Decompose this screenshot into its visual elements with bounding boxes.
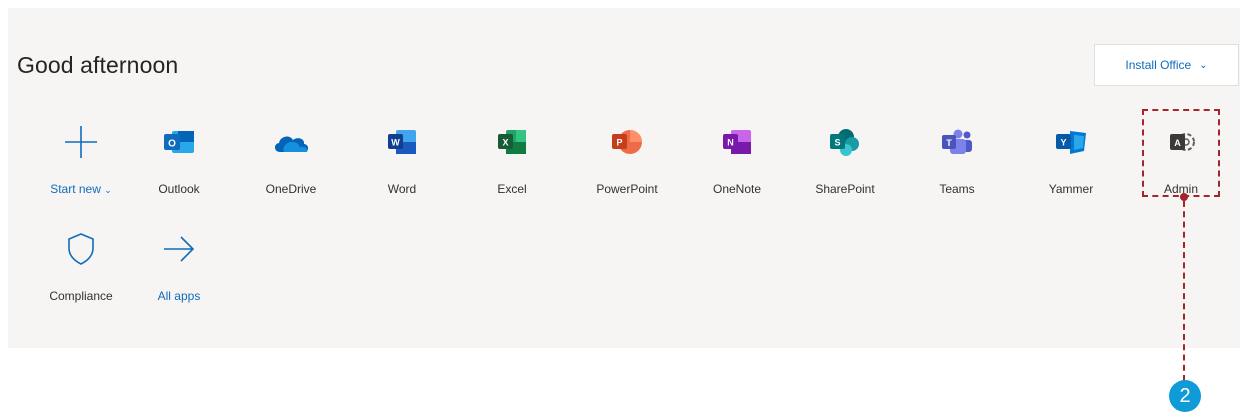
chevron-down-icon: ⌄: [104, 185, 112, 195]
app-powerpoint[interactable]: P PowerPoint: [582, 120, 672, 208]
app-onedrive[interactable]: OneDrive: [246, 120, 336, 208]
step-callout-badge: 2: [1169, 380, 1201, 412]
app-label-outlook: Outlook: [158, 182, 200, 196]
onenote-icon: N: [692, 120, 782, 164]
start-new-button[interactable]: Start new ⌄: [36, 120, 126, 208]
onedrive-icon: [246, 120, 336, 164]
install-office-button[interactable]: Install Office ⌄: [1094, 44, 1239, 86]
arrow-right-icon: [134, 227, 224, 271]
svg-text:P: P: [616, 138, 622, 148]
app-label-word: Word: [387, 182, 417, 196]
chevron-down-icon: ⌄: [1199, 59, 1208, 71]
excel-icon: X: [467, 120, 557, 164]
app-label-excel: Excel: [497, 182, 527, 196]
app-label-sharepoint: SharePoint: [815, 182, 875, 196]
app-label-powerpoint: PowerPoint: [596, 182, 658, 196]
shield-icon: [36, 227, 126, 271]
app-word[interactable]: W Word: [357, 120, 447, 208]
app-sharepoint[interactable]: S SharePoint: [800, 120, 890, 208]
app-label-compliance: Compliance: [49, 289, 113, 303]
svg-text:X: X: [502, 138, 508, 148]
plus-icon: [36, 120, 126, 164]
leader-line: [1183, 201, 1185, 381]
svg-text:O: O: [168, 139, 176, 150]
app-yammer[interactable]: Y Yammer: [1026, 120, 1116, 208]
svg-text:T: T: [946, 138, 952, 148]
app-excel[interactable]: X Excel: [467, 120, 557, 208]
yammer-icon: Y: [1026, 120, 1116, 164]
svg-text:Y: Y: [1060, 138, 1066, 148]
leader-dot: [1180, 193, 1188, 201]
sharepoint-icon: S: [800, 120, 890, 164]
greeting-heading: Good afternoon: [17, 52, 179, 78]
app-label-yammer: Yammer: [1048, 182, 1094, 196]
outlook-icon: O: [134, 120, 224, 164]
word-icon: W: [357, 120, 447, 164]
app-compliance[interactable]: Compliance: [36, 227, 126, 315]
svg-text:N: N: [727, 138, 734, 148]
app-label-teams: Teams: [939, 182, 975, 196]
app-onenote[interactable]: N OneNote: [692, 120, 782, 208]
svg-text:S: S: [834, 138, 840, 148]
all-apps-link[interactable]: All apps: [134, 227, 224, 315]
start-new-label: Start new: [50, 182, 101, 196]
all-apps-label: All apps: [157, 289, 201, 303]
install-office-label: Install Office: [1125, 58, 1192, 72]
app-label-onedrive: OneDrive: [265, 182, 317, 196]
svg-text:W: W: [391, 138, 400, 148]
app-outlook[interactable]: O Outlook: [134, 120, 224, 208]
app-teams[interactable]: T Teams: [912, 120, 1002, 208]
powerpoint-icon: P: [582, 120, 672, 164]
admin-highlight-box: [1142, 109, 1220, 197]
teams-icon: T: [912, 120, 1002, 164]
app-label-onenote: OneNote: [712, 182, 762, 196]
